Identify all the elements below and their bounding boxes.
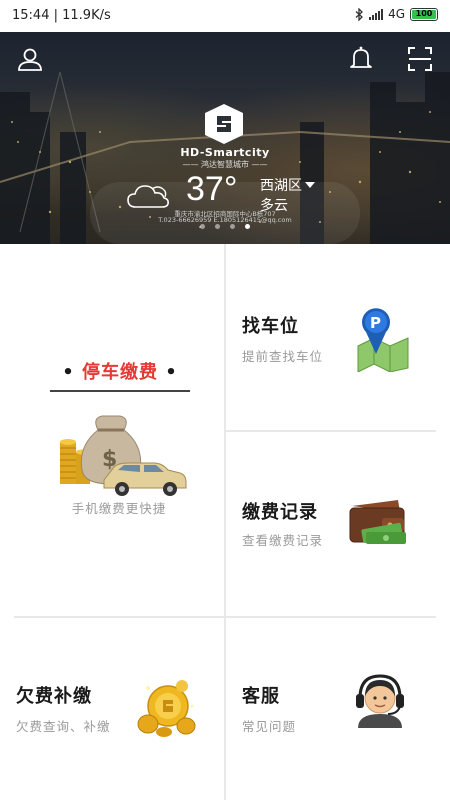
notification-bell-icon[interactable] bbox=[346, 44, 376, 74]
company-contact: T.023-66626959 E.1805126415@qq.com bbox=[158, 216, 292, 224]
battery-icon: 100 bbox=[410, 7, 438, 21]
profile-icon[interactable] bbox=[15, 44, 45, 74]
carousel-indicator bbox=[0, 224, 450, 229]
signal-icon bbox=[369, 8, 384, 20]
parking-pay-subtitle: 手机缴费更快捷 bbox=[71, 501, 167, 516]
brand-name-cn: —— 鸿达智慧城市 —— bbox=[182, 160, 268, 169]
carousel-dot[interactable] bbox=[230, 224, 235, 229]
svg-text:P: P bbox=[370, 314, 381, 332]
service-title: 客服 bbox=[242, 686, 280, 707]
wallet-icon bbox=[349, 500, 406, 544]
scan-icon[interactable] bbox=[405, 44, 435, 74]
caret-down-icon bbox=[305, 182, 315, 188]
coins-icon bbox=[137, 680, 196, 737]
tile-parking-pay[interactable]: • 停车缴费 • $ 手机缴费更快捷 bbox=[0, 244, 224, 616]
tile-arrears-payment[interactable]: 欠费补缴 欠费查询、补缴 bbox=[0, 618, 224, 800]
weather-widget: 37° 西湖区 多云 bbox=[108, 170, 350, 240]
brand-logo bbox=[205, 104, 243, 144]
temperature: 37° bbox=[186, 170, 238, 208]
district-selector[interactable]: 西湖区 bbox=[260, 175, 315, 195]
tile-find-parking[interactable]: 找车位 提前查找车位 P bbox=[226, 244, 450, 430]
parking-map-icon: P bbox=[357, 308, 409, 372]
tile-payment-record[interactable]: 缴费记录 查看缴费记录 bbox=[226, 432, 450, 616]
status-time: 15:44 bbox=[12, 8, 50, 23]
money-car-icon: $ bbox=[60, 415, 187, 496]
payment-record-subtitle: 查看缴费记录 bbox=[242, 533, 324, 548]
service-subtitle: 常见问题 bbox=[242, 719, 297, 734]
battery-level: 100 bbox=[412, 9, 436, 19]
status-bar: 15:44 | 11.9K/s 4G 100 bbox=[0, 0, 450, 32]
find-parking-subtitle: 提前查找车位 bbox=[242, 349, 324, 364]
bluetooth-icon bbox=[355, 7, 364, 21]
district-label: 西湖区 bbox=[260, 178, 302, 194]
brand-name-en: HD-Smartcity bbox=[180, 146, 270, 159]
status-speed: 11.9K/s bbox=[62, 8, 111, 23]
header-banner: HD-Smartcity —— 鸿达智慧城市 —— 37° 西湖区 多云 重庆市… bbox=[0, 32, 450, 244]
network-type: 4G bbox=[388, 7, 405, 21]
status-right: 4G 100 bbox=[355, 7, 438, 21]
parking-pay-title: • 停车缴费 • bbox=[62, 362, 178, 383]
tile-customer-service[interactable]: 客服 常见问题 bbox=[226, 618, 450, 800]
arrears-subtitle: 欠费查询、补缴 bbox=[16, 719, 111, 734]
status-left: 15:44 | 11.9K/s bbox=[12, 8, 111, 23]
carousel-dot[interactable] bbox=[200, 224, 205, 229]
carousel-dot-active[interactable] bbox=[245, 224, 250, 229]
arrears-title: 欠费补缴 bbox=[16, 686, 92, 707]
payment-record-title: 缴费记录 bbox=[242, 502, 318, 523]
carousel-dot[interactable] bbox=[215, 224, 220, 229]
find-parking-title: 找车位 bbox=[242, 316, 299, 337]
cloud-icon bbox=[127, 185, 169, 208]
title-underline bbox=[50, 390, 190, 392]
support-agent-icon bbox=[356, 674, 404, 728]
